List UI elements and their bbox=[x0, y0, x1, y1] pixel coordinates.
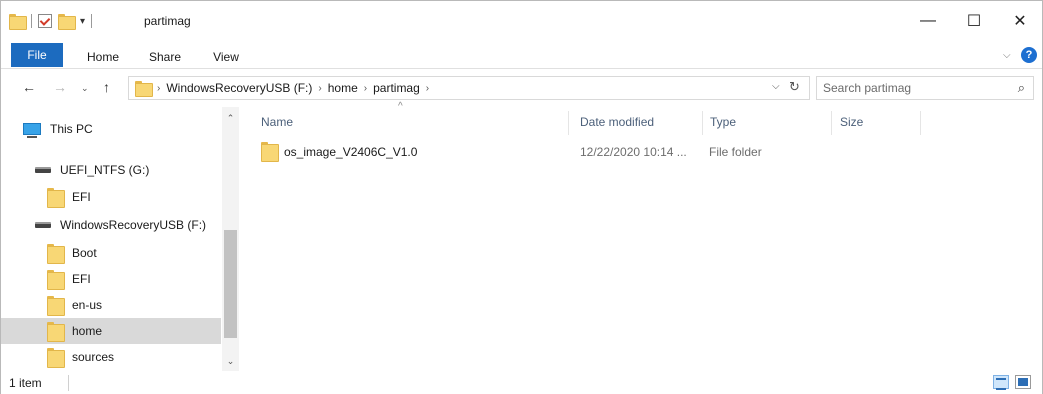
column-header-size[interactable]: Size bbox=[840, 107, 863, 137]
sidebar-item-efi-f[interactable]: EFI bbox=[1, 266, 221, 292]
scrollbar-thumb[interactable] bbox=[224, 230, 237, 338]
divider bbox=[91, 14, 93, 28]
breadcrumb-separator[interactable]: › bbox=[426, 83, 429, 94]
refresh-icon[interactable]: ↻ bbox=[789, 79, 800, 95]
column-divider[interactable] bbox=[702, 111, 703, 135]
file-name: os_image_V2406C_V1.0 bbox=[284, 145, 418, 159]
column-header-name[interactable]: Name bbox=[261, 107, 293, 137]
tab-file[interactable]: File bbox=[11, 43, 63, 67]
breadcrumb-home[interactable]: home bbox=[328, 81, 358, 95]
column-divider[interactable] bbox=[568, 111, 569, 135]
sidebar-item-efi[interactable]: EFI bbox=[1, 184, 221, 210]
sidebar-item-home[interactable]: home bbox=[1, 318, 221, 344]
ribbon-tabs: File Home Share View ⌵ ? bbox=[1, 41, 1042, 69]
drive-icon bbox=[35, 222, 51, 228]
folder-icon bbox=[47, 244, 65, 264]
pc-icon bbox=[23, 123, 41, 138]
sort-indicator-icon: ^ bbox=[398, 101, 403, 112]
expand-ribbon-icon[interactable]: ⌵ bbox=[1003, 50, 1011, 61]
tab-home[interactable]: Home bbox=[79, 45, 127, 69]
item-count: 1 item bbox=[9, 376, 42, 390]
sidebar-item-boot[interactable]: Boot bbox=[1, 240, 221, 266]
forward-button[interactable]: → bbox=[53, 79, 67, 95]
title-bar: ▾ partimag — ☐ ✕ bbox=[1, 1, 1042, 41]
tab-share[interactable]: Share bbox=[139, 45, 191, 69]
tab-view[interactable]: View bbox=[204, 45, 248, 69]
new-folder-icon[interactable] bbox=[58, 14, 76, 30]
sidebar-item-label: en-us bbox=[72, 298, 103, 312]
table-row[interactable]: os_image_V2406C_V1.0 12/22/2020 10:14 ..… bbox=[261, 140, 921, 164]
back-button[interactable]: ← bbox=[22, 79, 36, 95]
customize-toolbar-icon[interactable]: ▾ bbox=[80, 16, 85, 27]
date-modified-cell: 12/22/2020 10:14 ... bbox=[580, 145, 687, 159]
navigation-pane: This PC UEFI_NTFS (G:) EFI WindowsRecove… bbox=[1, 107, 239, 371]
folder-icon bbox=[135, 81, 153, 97]
navigation-bar: ← → ⌄ ↑ › WindowsRecoveryUSB (F:) › home… bbox=[1, 69, 1042, 107]
sidebar-item-this-pc[interactable]: This PC bbox=[1, 116, 221, 142]
address-dropdown-icon[interactable]: ⌵ bbox=[772, 81, 780, 92]
file-name-cell[interactable]: os_image_V2406C_V1.0 bbox=[261, 140, 417, 164]
sidebar-item-label: UEFI_NTFS (G:) bbox=[60, 163, 150, 177]
sidebar-item-sources[interactable]: sources bbox=[1, 344, 221, 370]
folder-icon bbox=[47, 348, 65, 368]
divider bbox=[31, 14, 32, 28]
scroll-down-icon[interactable]: ⌄ bbox=[222, 356, 239, 367]
sidebar-item-en-us[interactable]: en-us bbox=[1, 292, 221, 318]
sidebar-item-uefi-ntfs[interactable]: UEFI_NTFS (G:) bbox=[1, 157, 221, 183]
type-cell: File folder bbox=[709, 145, 762, 159]
folder-icon bbox=[261, 142, 279, 162]
sidebar-item-label: Boot bbox=[72, 246, 97, 260]
folder-icon bbox=[47, 270, 65, 290]
details-view-button[interactable] bbox=[993, 375, 1009, 390]
sidebar-item-label: sources bbox=[72, 350, 115, 364]
sidebar-item-windowsrecoveryusb[interactable]: WindowsRecoveryUSB (F:) bbox=[1, 212, 221, 238]
column-divider[interactable] bbox=[920, 111, 921, 135]
sidebar-item-label: This PC bbox=[50, 122, 93, 136]
help-icon[interactable]: ? bbox=[1021, 47, 1037, 63]
quick-access-toolbar: ▾ bbox=[9, 12, 93, 30]
column-divider[interactable] bbox=[831, 111, 832, 135]
column-header-date-modified[interactable]: Date modified bbox=[580, 107, 654, 137]
breadcrumb-drive[interactable]: WindowsRecoveryUSB (F:) bbox=[166, 81, 312, 95]
large-icons-view-button[interactable] bbox=[1015, 375, 1031, 389]
properties-icon[interactable] bbox=[38, 14, 52, 28]
scroll-up-icon[interactable]: ⌃ bbox=[222, 113, 239, 124]
sidebar-item-label: EFI bbox=[72, 190, 91, 204]
file-explorer-window: ▾ partimag — ☐ ✕ File Home Share View ⌵ … bbox=[0, 0, 1043, 394]
sidebar-item-label: home bbox=[72, 324, 103, 338]
folder-icon bbox=[9, 14, 27, 30]
nav-pane-scrollbar[interactable]: ⌃ ⌄ bbox=[222, 107, 239, 371]
sidebar-item-label: WindowsRecoveryUSB (F:) bbox=[60, 218, 207, 232]
minimize-button[interactable]: — bbox=[905, 1, 951, 41]
up-button[interactable]: ↑ bbox=[103, 79, 110, 95]
folder-icon bbox=[47, 188, 65, 208]
search-icon[interactable]: ⌕ bbox=[1018, 77, 1025, 99]
breadcrumb-partimag[interactable]: partimag bbox=[373, 81, 420, 95]
column-header-type[interactable]: Type bbox=[710, 107, 736, 137]
breadcrumb-separator[interactable]: › bbox=[157, 83, 160, 94]
search-placeholder: Search partimag bbox=[823, 81, 912, 95]
recent-locations-button[interactable]: ⌄ bbox=[81, 83, 89, 94]
divider bbox=[68, 375, 69, 391]
address-bar[interactable]: › WindowsRecoveryUSB (F:) › home › parti… bbox=[128, 76, 810, 100]
breadcrumb-separator[interactable]: › bbox=[364, 83, 367, 94]
search-input[interactable]: Search partimag ⌕ bbox=[816, 76, 1034, 100]
file-list: ^ Name Date modified Type Size os_image_… bbox=[240, 101, 1042, 371]
close-button[interactable]: ✕ bbox=[997, 1, 1043, 41]
drive-icon bbox=[35, 167, 51, 173]
sidebar-item-label: EFI bbox=[72, 272, 91, 286]
breadcrumb-separator[interactable]: › bbox=[318, 83, 321, 94]
window-title: partimag bbox=[144, 14, 191, 28]
status-bar: 1 item bbox=[1, 371, 1042, 394]
folder-icon bbox=[47, 296, 65, 316]
maximize-button[interactable]: ☐ bbox=[951, 1, 997, 41]
folder-icon bbox=[47, 322, 65, 342]
